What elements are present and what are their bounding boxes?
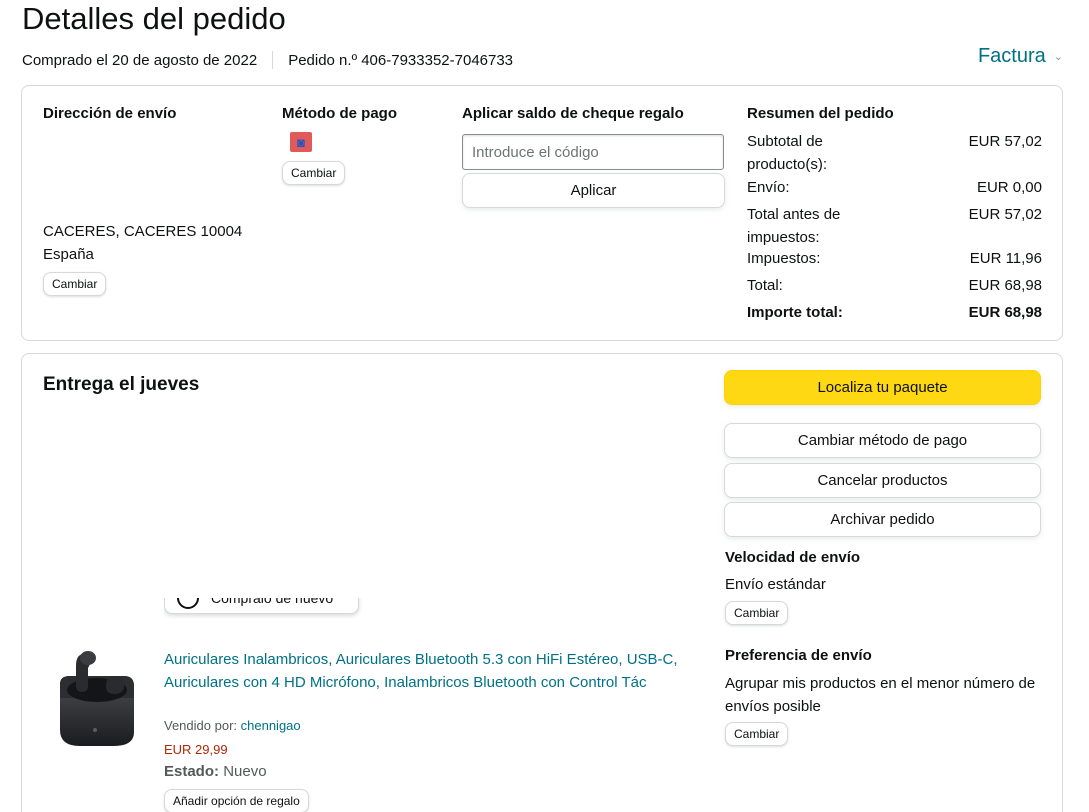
order-info-box: Dirección de envío CACERES, CACERES 1000… xyxy=(21,85,1063,341)
archive-order-button[interactable]: Archivar pedido xyxy=(724,502,1041,537)
summary-label: Total: xyxy=(747,277,783,294)
shipping-preference-value: Agrupar mis productos en el menor número… xyxy=(725,675,1036,715)
shipping-preference-heading: Preferencia de envío xyxy=(725,647,872,664)
invoice-dropdown[interactable]: Factura ⌄ xyxy=(978,45,1063,68)
summary-value: EUR 57,02 xyxy=(968,133,1042,150)
address-country: España xyxy=(43,246,94,263)
seller-link[interactable]: chennigao xyxy=(241,718,301,733)
summary-value: EUR 57,02 xyxy=(968,206,1042,223)
delivery-heading: Entrega el jueves xyxy=(43,374,200,395)
change-address-button[interactable]: Cambiar xyxy=(43,272,107,296)
address-city-line: CACERES, CACERES 10004 xyxy=(43,223,243,240)
grand-total-value: EUR 68,98 xyxy=(968,304,1042,321)
cancel-items-button[interactable]: Cancelar productos xyxy=(724,463,1041,498)
grand-total-label: Importe total: xyxy=(747,304,843,321)
order-summary: Subtotal de producto(s): EUR 57,02 Envío… xyxy=(747,130,1042,324)
shipping-speed-heading: Velocidad de envío xyxy=(725,549,861,566)
refresh-icon xyxy=(177,598,199,609)
buy-again-clip: Cómpralo de nuevo xyxy=(164,598,364,620)
apply-gift-button[interactable]: Aplicar xyxy=(462,173,725,208)
summary-row-subtotal: Subtotal de producto(s): EUR 57,02 xyxy=(747,130,1042,176)
product-state: Estado: Nuevo xyxy=(164,763,267,780)
summary-row-shipping: Envío: EUR 0,00 xyxy=(747,176,1042,199)
change-shipping-preference-button[interactable]: Cambiar xyxy=(725,722,789,746)
change-payment-button[interactable]: Cambiar xyxy=(282,161,346,185)
page-title: Detalles del pedido xyxy=(22,1,286,36)
state-label: Estado: xyxy=(164,763,220,780)
order-summary-heading: Resumen del pedido xyxy=(747,105,894,122)
product-image[interactable] xyxy=(52,646,140,750)
summary-label: Impuestos: xyxy=(747,250,821,267)
summary-label: Subtotal de producto(s): xyxy=(747,133,828,173)
track-package-button[interactable]: Localiza tu paquete xyxy=(724,370,1041,405)
delivery-box: Entrega el jueves Cómpralo de nuevo Auri… xyxy=(21,353,1063,812)
summary-row-total: Total: EUR 68,98 xyxy=(747,274,1042,297)
summary-value: EUR 11,96 xyxy=(969,250,1042,267)
payment-method-heading: Método de pago xyxy=(282,105,397,122)
state-value: Nuevo xyxy=(223,763,267,780)
shipping-address-heading: Dirección de envío xyxy=(43,105,177,122)
purchase-date: Comprado el 20 de agosto de 2022 xyxy=(22,51,258,69)
chevron-down-icon: ⌄ xyxy=(1053,51,1063,63)
sold-by: Vendido por: chennigao xyxy=(164,718,301,733)
payment-card-icon: ◙ xyxy=(290,132,312,152)
order-number: Pedido n.º 406-7933352-7046733 xyxy=(288,51,514,69)
summary-label: Total antes de impuestos: xyxy=(747,206,841,246)
invoice-label: Factura xyxy=(977,45,1046,67)
buy-again-label: Cómpralo de nuevo xyxy=(211,598,334,606)
change-payment-method-button[interactable]: Cambiar método de pago xyxy=(724,423,1041,458)
summary-label: Envío: xyxy=(747,179,790,196)
add-gift-option-button[interactable]: Añadir opción de regalo xyxy=(164,789,309,812)
summary-value: EUR 0,00 xyxy=(976,179,1042,196)
summary-row-tax: Impuestos: EUR 11,96 xyxy=(747,247,1042,270)
gift-code-input[interactable] xyxy=(462,134,724,170)
product-title-link[interactable]: Auriculares Inalambricos, Auriculares Bl… xyxy=(164,648,699,694)
meta-divider xyxy=(272,51,274,69)
change-shipping-speed-button[interactable]: Cambiar xyxy=(725,601,789,625)
order-meta: Comprado el 20 de agosto de 2022 Pedido … xyxy=(22,50,513,70)
summary-value: EUR 68,98 xyxy=(968,277,1042,294)
gift-card-heading: Aplicar saldo de cheque regalo xyxy=(462,105,684,122)
sold-by-label: Vendido por: xyxy=(164,718,238,733)
summary-row-grand-total: Importe total: EUR 68,98 xyxy=(747,301,1042,324)
buy-again-button[interactable]: Cómpralo de nuevo xyxy=(164,598,359,614)
product-price: EUR 29,99 xyxy=(164,742,228,757)
summary-row-pretax: Total antes de impuestos: EUR 57,02 xyxy=(747,203,1042,249)
shipping-speed-value: Envío estándar xyxy=(725,576,826,593)
